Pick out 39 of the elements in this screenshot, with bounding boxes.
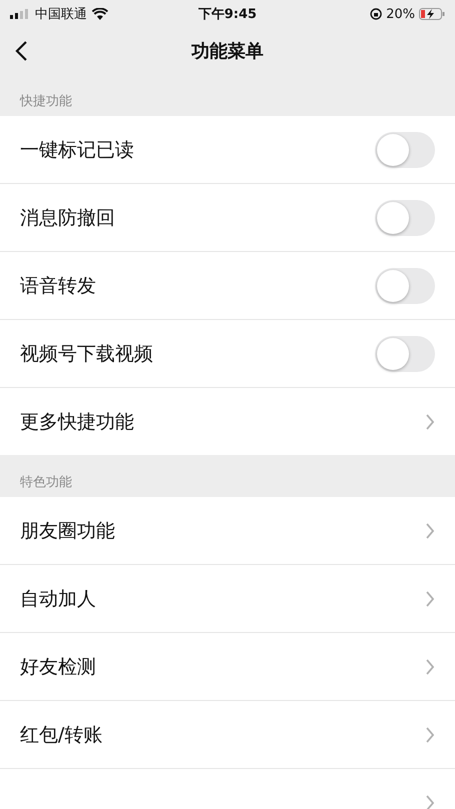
row-label: 好友检测 xyxy=(20,656,96,678)
carrier-name: 中国联通 xyxy=(35,6,87,23)
row-label: 更多快捷功能 xyxy=(20,410,134,432)
menu-row[interactable]: 自动加人 xyxy=(0,565,455,633)
chevron-right-icon xyxy=(425,522,435,538)
chevron-right-icon xyxy=(425,726,435,742)
clock-time: 下午9:45 xyxy=(198,7,257,22)
menu-row[interactable]: 一键标记已读 xyxy=(0,116,455,184)
row-label: 一键标记已读 xyxy=(20,138,134,160)
back-icon[interactable] xyxy=(14,40,30,62)
menu-row[interactable]: 视频号下载视频 xyxy=(0,320,455,388)
menu-row[interactable]: 红包/转账 xyxy=(0,701,455,769)
chevron-right-icon xyxy=(425,794,435,809)
battery-charging-icon xyxy=(419,8,445,20)
signal-icon xyxy=(10,9,30,19)
battery-percent: 20% xyxy=(386,6,415,22)
chevron-right-icon xyxy=(425,590,435,606)
chevron-right-icon xyxy=(425,414,435,430)
row-label: 朋友圈功能 xyxy=(20,520,115,542)
section-header: 特色功能 xyxy=(20,475,72,490)
menu-row[interactable]: 消息防撤回 xyxy=(0,184,455,252)
toggle-switch[interactable] xyxy=(375,200,435,236)
chevron-right-icon xyxy=(425,658,435,674)
toggle-switch[interactable] xyxy=(375,336,435,372)
row-label: 语音转发 xyxy=(20,274,96,296)
section-header: 快捷功能 xyxy=(20,94,72,109)
row-label: 视频号下载视频 xyxy=(20,342,153,364)
menu-row[interactable]: 好友检测 xyxy=(0,633,455,701)
page-title: 功能菜单 xyxy=(192,40,264,63)
menu-row[interactable]: 朋友圈功能 xyxy=(0,497,455,565)
row-label: 消息防撤回 xyxy=(20,206,115,228)
menu-row[interactable]: 更多快捷功能 xyxy=(0,388,455,455)
wifi-icon xyxy=(92,8,108,20)
row-label: 自动加人 xyxy=(20,588,96,610)
menu-row[interactable]: 语音转发 xyxy=(0,252,455,320)
row-label: 红包/转账 xyxy=(20,724,102,746)
rotation-lock-icon xyxy=(370,8,382,20)
toggle-switch[interactable] xyxy=(375,132,435,168)
toggle-switch[interactable] xyxy=(375,268,435,304)
